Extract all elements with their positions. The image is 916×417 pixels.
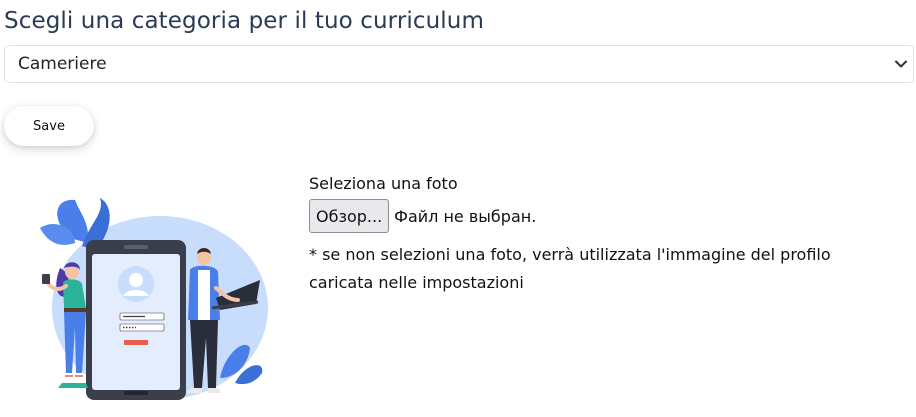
photo-upload-label: Seleziona una foto [309,174,458,193]
save-button[interactable]: Save [4,106,94,146]
login-illustration [20,188,275,403]
photo-upload-section: Seleziona una foto Обзор... Файл не выбр… [309,174,909,297]
chevron-down-icon [889,46,913,82]
file-status-text: Файл не выбран. [394,206,537,226]
category-select[interactable]: Cameriere [4,45,914,83]
file-input[interactable]: Обзор... Файл не выбран. [309,199,909,233]
category-select-value: Cameriere [18,54,107,74]
photo-note: * se non selezioni una foto, verrà utili… [309,245,831,292]
browse-button[interactable]: Обзор... [309,199,390,233]
page-title: Scegli una categoria per il tuo curricul… [4,8,484,34]
